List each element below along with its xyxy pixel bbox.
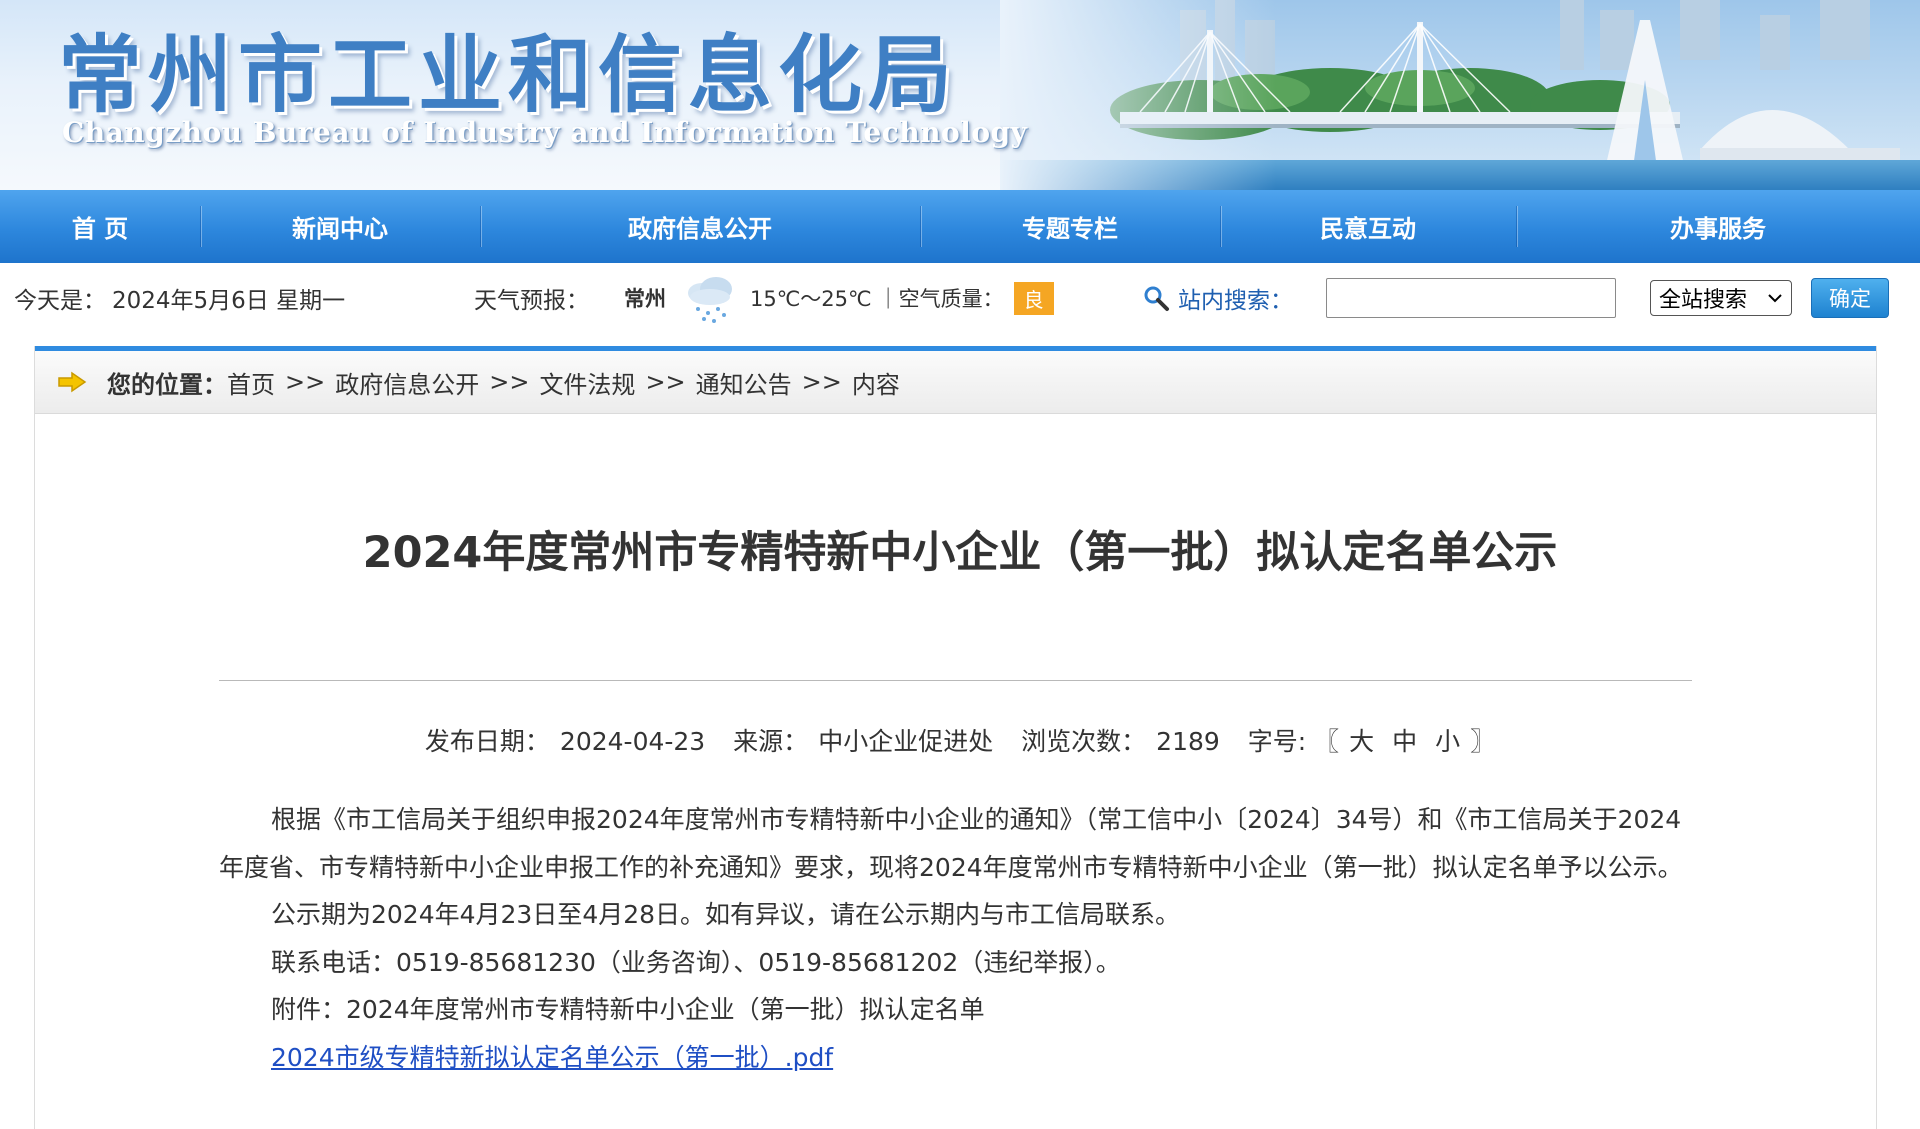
body-paragraph: 附件：2024年度常州市专精特新中小企业（第一批）拟认定名单 xyxy=(271,995,985,1024)
chevron-down-icon xyxy=(1768,294,1782,303)
search-label: 站内搜索： xyxy=(1178,288,1293,314)
weather-city: 常州 xyxy=(624,287,666,311)
breadcrumb-separator: >> xyxy=(285,368,326,396)
rain-cloud-icon xyxy=(688,277,732,323)
site-title: 常州市工业和信息化局 xyxy=(58,26,959,124)
article-body: 根据《市工信局关于组织申报2024年度常州市专精特新中小企业的通知》（常工信中小… xyxy=(219,796,1692,1081)
breadcrumb-current: 内容 xyxy=(851,370,900,399)
body-paragraph: 根据《市工信局关于组织申报2024年度常州市专精特新中小企业的通知》（常工信中小… xyxy=(219,805,1683,882)
nav-services[interactable]: 办事服务 xyxy=(1516,190,1920,263)
body-paragraph: 联系电话：0519-85681230（业务咨询）、0519-85681202（违… xyxy=(271,947,1121,977)
article-title: 2024年度常州市专精特新中小企业（第一批）拟认定名单公示 xyxy=(362,528,1558,578)
search-icon xyxy=(1144,286,1169,311)
nav-news-center[interactable]: 新闻中心 xyxy=(200,190,480,263)
nav-public-interaction[interactable]: 民意互动 xyxy=(1220,190,1516,263)
nav-home[interactable]: 首 页 xyxy=(0,190,200,263)
view-count: 浏览次数： 2189 xyxy=(1021,727,1220,756)
weather-temperature: 15℃～25℃ ｜空气质量： 良 xyxy=(750,263,1054,333)
breadcrumb-separator: >> xyxy=(645,368,686,396)
breadcrumb-home[interactable]: 首页 xyxy=(227,365,275,400)
weather-label: 天气预报： xyxy=(474,288,589,314)
air-quality-badge: 良 xyxy=(1013,281,1054,315)
font-size-control: 字号: 〖大 中 小〗 xyxy=(1247,727,1496,756)
font-size-large[interactable]: 大 xyxy=(1349,727,1374,756)
attachment-link[interactable]: 2024市级专精特新拟认定名单公示（第一批）.pdf xyxy=(271,1034,833,1082)
nav-gov-info[interactable]: 政府信息公开 xyxy=(480,190,920,263)
search-scope-select[interactable]: 全站搜索 xyxy=(1650,280,1792,316)
font-size-small[interactable]: 小 xyxy=(1435,727,1460,756)
main-nav: 首 页 新闻中心 政府信息公开 专题专栏 民意互动 办事服务 xyxy=(0,190,1920,263)
arrow-right-icon xyxy=(58,371,87,393)
breadcrumb-notices[interactable]: 通知公告 xyxy=(696,365,792,400)
breadcrumb-regulations[interactable]: 文件法规 xyxy=(539,365,635,400)
font-size-medium[interactable]: 中 xyxy=(1392,727,1417,756)
breadcrumb: 您的位置： 首页 >> 政府信息公开 >> 文件法规 >> 通知公告 >> 内容 xyxy=(35,346,1876,414)
site-subtitle: Changzhou Bureau of Industry and Informa… xyxy=(62,116,1028,149)
site-banner: 常州市工业和信息化局 Changzhou Bureau of Industry … xyxy=(0,0,1920,190)
title-divider xyxy=(219,680,1692,681)
search-confirm-button[interactable]: 确定 xyxy=(1811,278,1889,318)
site-search: 站内搜索： xyxy=(1142,263,1293,333)
breadcrumb-label: 您的位置： xyxy=(107,370,227,399)
today-date: 今天是： 2024年5月6日 星期一 xyxy=(14,288,346,314)
search-input[interactable] xyxy=(1326,278,1616,318)
article-source: 来源： 中小企业促进处 xyxy=(733,727,994,756)
breadcrumb-separator: >> xyxy=(489,368,530,396)
nav-special-topics[interactable]: 专题专栏 xyxy=(920,190,1220,263)
breadcrumb-separator: >> xyxy=(801,368,842,396)
article-meta: 发布日期： 2024-04-23 来源： 中小企业促进处 浏览次数： 2189 字号:… xyxy=(0,722,1920,758)
info-bar: 今天是： 2024年5月6日 星期一 天气预报： 常州 15℃～25℃ ｜空气质… xyxy=(0,263,1920,333)
city-bridge-illustration xyxy=(1000,0,1920,190)
breadcrumb-gov-info[interactable]: 政府信息公开 xyxy=(335,365,479,400)
publish-date: 发布日期： 2024-04-23 xyxy=(424,727,706,756)
body-paragraph: 公示期为2024年4月23日至4月28日。如有异议，请在公示期内与市工信局联系。 xyxy=(271,900,1181,929)
